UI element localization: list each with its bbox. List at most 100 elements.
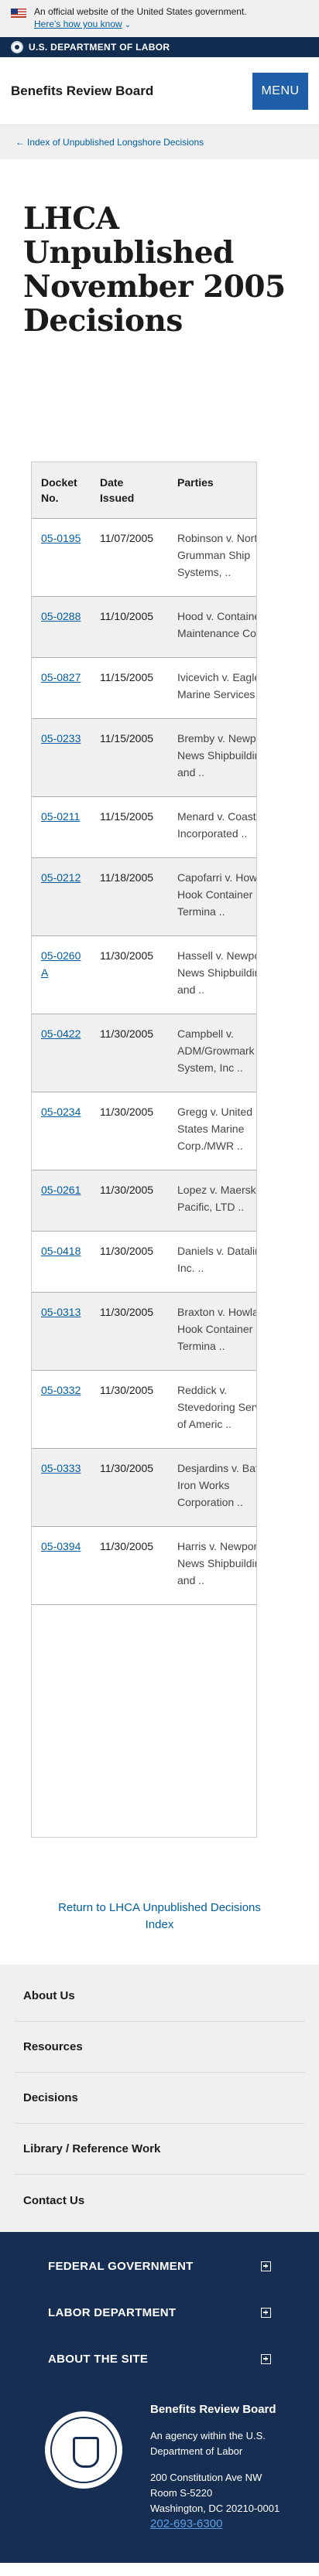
docket-link[interactable]: 05-0333 (41, 1462, 81, 1474)
parties-cell: Ivicevich v. Eagle Marine Services .. (168, 657, 256, 719)
docket-link[interactable]: 05-0211 (41, 810, 80, 823)
table-row: 05-0418 11/30/2005 Daniels v. Dataline, … (32, 1231, 256, 1293)
table-row: 05-0313 11/30/2005 Braxton v. Howland Ho… (32, 1292, 256, 1371)
contact-block: Benefits Review Board An agency within t… (150, 2402, 308, 2532)
gov-banner: An official website of the United States… (0, 0, 319, 37)
date-cell: 11/15/2005 (91, 718, 168, 797)
docket-link[interactable]: 05-0827 (41, 671, 81, 683)
docket-link[interactable]: 05-0332 (41, 1384, 81, 1396)
table-row: 05-0234 11/30/2005 Gregg v. United State… (32, 1092, 256, 1170)
parties-cell: Campbell v. ADM/Growmark River System, I… (168, 1014, 256, 1092)
date-cell: 11/10/2005 (91, 596, 168, 658)
table-row: 05-0332 11/30/2005 Reddick v. Stevedorin… (32, 1370, 256, 1449)
gov-banner-text: An official website of the United States… (34, 6, 247, 17)
docket-link[interactable]: 05-0260A (41, 949, 81, 979)
accordion-label[interactable]: ABOUT THE SITE (48, 2353, 148, 2366)
parties-cell: Capofarri v. Howland Hook Container Term… (168, 857, 256, 936)
docket-link[interactable]: 05-0313 (41, 1306, 81, 1318)
parties-cell: Braxton v. Howland Hook Container Termin… (168, 1292, 256, 1371)
table-row: 05-0288 11/10/2005 Hood v. Container Mai… (32, 596, 256, 658)
footer-nav-about-us[interactable]: About Us (14, 1971, 305, 2022)
date-cell: 11/30/2005 (91, 1448, 168, 1527)
footer-address-line1: 200 Constitution Ave NW (150, 2472, 262, 2483)
footer-address-line2: Room S-5220 (150, 2487, 213, 2499)
docket-link[interactable]: 05-0288 (41, 610, 81, 622)
date-cell: 11/30/2005 (91, 1231, 168, 1293)
footer-nav-library[interactable]: Library / Reference Work (14, 2124, 305, 2175)
accordion-label[interactable]: LABOR DEPARTMENT (48, 2306, 176, 2319)
dol-bar-label[interactable]: U.S. DEPARTMENT OF LABOR (29, 42, 170, 53)
accordion-labor-department[interactable]: LABOR DEPARTMENT (11, 2289, 308, 2336)
parties-cell: Desjardins v. Bath Iron Works Corporatio… (168, 1448, 256, 1527)
page-title: LHCA Unpublished November 2005 Decisions (23, 201, 286, 339)
table-row: 05-0195 11/07/2005 Robinson v. Northrop … (32, 518, 256, 597)
parties-cell: Daniels v. Dataline, Inc. .. (168, 1231, 256, 1293)
gov-banner-link[interactable]: Here's how you know ⌄ (34, 18, 310, 32)
docket-link[interactable]: 05-0212 (41, 871, 81, 884)
parties-cell: Gregg v. United States Marine Corp./MWR … (168, 1092, 256, 1170)
table-row: 05-0212 11/18/2005 Capofarri v. Howland … (32, 857, 256, 936)
date-cell: 11/30/2005 (91, 1370, 168, 1449)
breadcrumb-link[interactable]: Index of Unpublished Longshore Decisions (27, 137, 204, 148)
table-header-row: Docket No. Date Issued Parties (32, 462, 256, 519)
table-row: 05-0211 11/15/2005 Menard v. Coastline, … (32, 796, 256, 858)
table-row: 05-0827 11/15/2005 Ivicevich v. Eagle Ma… (32, 657, 256, 719)
breadcrumb: ← Index of Unpublished Longshore Decisio… (0, 125, 319, 159)
date-cell: 11/30/2005 (91, 1092, 168, 1170)
plus-icon[interactable] (261, 2307, 271, 2318)
parties-cell: Reddick v. Stevedoring Services of Ameri… (168, 1370, 256, 1449)
docket-link[interactable]: 05-0233 (41, 732, 81, 745)
date-cell: 11/18/2005 (91, 857, 168, 936)
site-title[interactable]: Benefits Review Board (11, 83, 153, 99)
date-cell: 11/30/2005 (91, 935, 168, 1014)
accordion-about-the-site[interactable]: ABOUT THE SITE (11, 2336, 308, 2382)
date-cell: 11/30/2005 (91, 1014, 168, 1092)
chevron-down-icon[interactable]: ⌄ (125, 19, 131, 32)
arrow-left-icon[interactable]: ← (15, 137, 25, 148)
accordion-label[interactable]: FEDERAL GOVERNMENT (48, 2260, 194, 2273)
footer-phone-link[interactable]: 202-693-6300 (150, 2516, 308, 2532)
date-cell: 11/07/2005 (91, 518, 168, 597)
accordion-federal-government[interactable]: FEDERAL GOVERNMENT (11, 2243, 308, 2289)
footer-nav-contact-us[interactable]: Contact Us (14, 2175, 305, 2226)
date-cell: 11/15/2005 (91, 796, 168, 858)
date-cell: 11/30/2005 (91, 1170, 168, 1232)
date-cell: 11/15/2005 (91, 657, 168, 719)
docket-link[interactable]: 05-0394 (41, 1540, 81, 1552)
table-row: 05-0394 11/30/2005 Harris v. Newport New… (32, 1526, 256, 1605)
plus-icon[interactable] (261, 2353, 271, 2364)
docket-link[interactable]: 05-0418 (41, 1245, 81, 1257)
docket-link[interactable]: 05-0422 (41, 1027, 81, 1040)
table-row: 05-0260A 11/30/2005 Hassell v. Newport N… (32, 935, 256, 1014)
site-header: Benefits Review Board MENU (0, 57, 319, 125)
footer-contact: Benefits Review Board An agency within t… (11, 2402, 308, 2532)
column-header-parties: Parties (168, 462, 256, 519)
parties-cell: Bremby v. Newport News Shipbuilding and … (168, 718, 256, 797)
footer-address-line3: Washington, DC 20210-0001 (150, 2503, 280, 2514)
decisions-table-container[interactable]: Docket No. Date Issued Parties 05-0195 1… (31, 462, 257, 1838)
parties-cell: Harris v. Newport News Shipbuilding and … (168, 1526, 256, 1605)
table-row: 05-0233 11/15/2005 Bremby v. Newport New… (32, 718, 256, 797)
parties-cell: Hassell v. Newport News Shipbuilding and… (168, 935, 256, 1014)
docket-link[interactable]: 05-0195 (41, 532, 81, 544)
table-row: 05-0333 11/30/2005 Desjardins v. Bath Ir… (32, 1448, 256, 1527)
column-header-date: Date Issued (91, 462, 168, 519)
docket-link[interactable]: 05-0234 (41, 1106, 81, 1118)
dol-seal-icon (11, 41, 23, 53)
decisions-table: Docket No. Date Issued Parties 05-0195 1… (32, 462, 256, 1605)
docket-link[interactable]: 05-0261 (41, 1184, 81, 1196)
gov-banner-link-label[interactable]: Here's how you know (34, 19, 122, 29)
parties-cell: Hood v. Container Maintenance Corp. .. (168, 596, 256, 658)
footer-nav-resources[interactable]: Resources (14, 2022, 305, 2073)
footer-nav-decisions[interactable]: Decisions (14, 2073, 305, 2124)
footer-agency-line: An agency within the U.S. Department of … (150, 2430, 266, 2457)
footer-org-name: Benefits Review Board (150, 2403, 276, 2416)
return-to-index-link[interactable]: Return to LHCA Unpublished Decisions Ind… (46, 1900, 273, 1934)
date-cell: 11/30/2005 (91, 1292, 168, 1371)
plus-icon[interactable] (261, 2261, 271, 2271)
parties-cell: Menard v. Coastline, Incorporated .. (168, 796, 256, 858)
table-row: 05-0261 11/30/2005 Lopez v. Maersk Pacif… (32, 1170, 256, 1232)
menu-button[interactable]: MENU (252, 72, 308, 110)
table-row: 05-0422 11/30/2005 Campbell v. ADM/Growm… (32, 1014, 256, 1092)
dol-bar: U.S. DEPARTMENT OF LABOR (0, 37, 319, 57)
